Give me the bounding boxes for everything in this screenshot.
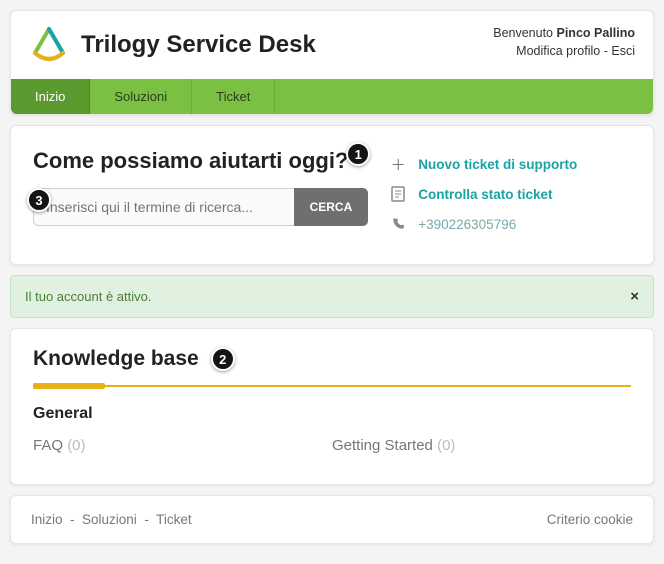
check-status-link[interactable]: Controlla stato ticket <box>418 187 552 202</box>
user-block: Benvenuto Pinco Pallino Modifica profilo… <box>493 25 635 60</box>
logo-icon <box>29 25 69 65</box>
kb-cat-count: (0) <box>437 437 455 454</box>
search-button[interactable]: CERCA <box>294 188 369 226</box>
logout-link[interactable]: Esci <box>611 44 635 58</box>
welcome-label: Benvenuto <box>493 26 553 40</box>
phone-icon <box>388 214 408 234</box>
help-heading: Come possiamo aiutarti oggi? <box>33 148 368 174</box>
nav-tickets[interactable]: Ticket <box>192 79 275 114</box>
status-banner: Il tuo account è attivo. × <box>10 275 654 318</box>
kb-category-getting-started[interactable]: Getting Started (0) <box>332 437 631 454</box>
callout-3: 3 <box>27 188 51 212</box>
separator: - <box>604 44 608 58</box>
footer: Inizio - Soluzioni - Ticket Criterio coo… <box>10 495 654 544</box>
user-name: Pinco Pallino <box>557 26 636 40</box>
kb-category-faq[interactable]: FAQ (0) <box>33 437 332 454</box>
brand: Trilogy Service Desk <box>29 25 316 65</box>
phone-link[interactable]: +390226305796 <box>418 217 516 232</box>
kb-cat-label: FAQ <box>33 437 63 454</box>
search-input[interactable] <box>33 188 294 226</box>
header: Trilogy Service Desk Benvenuto Pinco Pal… <box>10 10 654 115</box>
kb-panel: Knowledge base 2 General FAQ (0) Getting… <box>10 328 654 485</box>
footer-cookie-link[interactable]: Criterio cookie <box>547 512 633 527</box>
callout-2: 2 <box>211 347 235 371</box>
new-ticket-link[interactable]: Nuovo ticket di supporto <box>418 157 577 172</box>
edit-profile-link[interactable]: Modifica profilo <box>516 44 600 58</box>
document-icon <box>388 184 408 204</box>
kb-cat-label: Getting Started <box>332 437 433 454</box>
kb-divider <box>33 385 631 387</box>
brand-title: Trilogy Service Desk <box>81 31 316 59</box>
main-panel: Come possiamo aiutarti oggi? CERCA 1 3 ＋… <box>10 125 654 265</box>
kb-section-general: General <box>33 405 631 423</box>
close-icon[interactable]: × <box>630 288 639 305</box>
main-nav: Inizio Soluzioni Ticket <box>11 79 653 114</box>
kb-cat-count: (0) <box>67 437 85 454</box>
kb-title: Knowledge base <box>33 347 199 371</box>
status-message: Il tuo account è attivo. <box>25 289 151 304</box>
nav-home[interactable]: Inizio <box>11 79 90 114</box>
footer-solutions-link[interactable]: Soluzioni <box>82 512 137 527</box>
footer-tickets-link[interactable]: Ticket <box>156 512 192 527</box>
plus-icon: ＋ <box>388 154 408 174</box>
nav-solutions[interactable]: Soluzioni <box>90 79 192 114</box>
footer-home-link[interactable]: Inizio <box>31 512 63 527</box>
